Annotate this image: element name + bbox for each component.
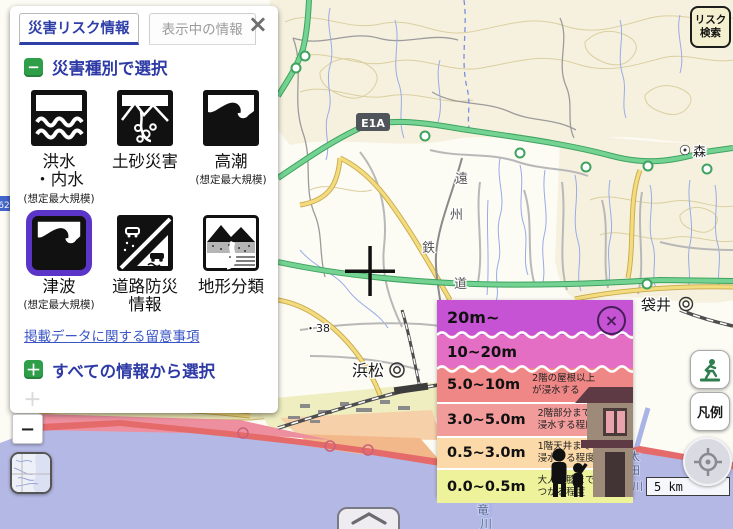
legend-row: 0.0~0.5m 大人の膝までつかる程度 (437, 468, 633, 503)
disaster-option-tsunami[interactable]: 津波 (想定最大規模) (16, 208, 102, 316)
evacuation-person-icon (697, 357, 723, 383)
tsunami-selected-frame (26, 210, 92, 276)
legend-close-button[interactable]: × (597, 306, 626, 335)
svg-text:森: 森 (693, 145, 706, 160)
risk-search-label-1: リスク (695, 14, 727, 27)
zoom-out-label: − (20, 419, 35, 440)
zoom-out-button[interactable]: − (12, 414, 43, 444)
current-location-button[interactable] (683, 437, 732, 486)
svg-text:浜松: 浜松 (352, 361, 384, 380)
panel-tabbar: 災害リスク情報 表示中の情報 × (10, 6, 278, 43)
svg-text:川: 川 (632, 480, 643, 493)
terrain-classification-icon (203, 215, 259, 271)
disaster-option-flood[interactable]: 洪水・内水 (想定最大規模) (16, 83, 102, 206)
disaster-icon-row-1: 洪水・内水 (想定最大規模) 土砂災害 (16, 83, 278, 206)
scale-label: 5 km (654, 480, 683, 494)
overview-map-button[interactable] (10, 452, 52, 494)
landslide-icon (117, 90, 173, 146)
disaster-risk-panel: 災害リスク情報 表示中の情報 × − 災害種別で選択 洪水・内水 ( (10, 6, 278, 413)
disaster-option-terrain[interactable]: 地形分類 (188, 208, 274, 316)
legend-depth: 3.0~5.0m (447, 412, 526, 428)
flood-icon (31, 90, 87, 146)
disaster-option-road-info[interactable]: 道路防災情報 (102, 208, 188, 316)
panel-close-icon[interactable]: × (248, 12, 268, 36)
svg-text:川: 川 (480, 517, 492, 529)
tab-displayed-info[interactable]: 表示中の情報 (149, 13, 256, 45)
legend-row: 5.0~10m 2階の屋根以上が浸水する (437, 368, 633, 402)
collapse-panel-chevron-button[interactable] (337, 507, 400, 529)
overview-map-thumbnail (12, 454, 50, 492)
legend-row: 20m~ × (437, 300, 633, 335)
terrain-tint (270, 0, 733, 145)
tsunami-depth-legend: 20m~ × 10~20m 5.0~10m 2階の屋根以上が浸水する 3.0~5… (437, 300, 633, 497)
legend-desc: 大人の膝までつかる程度 (538, 475, 595, 499)
legend-button-label: 凡例 (697, 402, 723, 421)
hazard-map-app: E1A 62 森 袋井 浜松 ・38 (0, 0, 733, 529)
legend-depth: 0.0~0.5m (447, 479, 526, 495)
legend-row: 0.5~3.0m 1階天井まで浸水する程度 (437, 436, 633, 468)
risk-search-button[interactable]: リスク 検索 (690, 6, 731, 48)
spot-elevation: ・38 (305, 322, 330, 335)
legend-row: 3.0~5.0m 2階部分まで浸水する程度 (437, 402, 633, 436)
legend-desc: 2階の屋根以上が浸水する (532, 373, 595, 397)
gps-target-icon (693, 447, 723, 477)
road-disaster-icon (117, 215, 173, 271)
tsunami-icon (32, 216, 86, 270)
svg-text:62: 62 (0, 201, 10, 211)
risk-search-label-2: 検索 (700, 27, 721, 40)
svg-text:袋井: 袋井 (641, 296, 671, 314)
svg-text:鉄: 鉄 (422, 241, 435, 256)
tab-disaster-risk-info[interactable]: 災害リスク情報 (19, 13, 139, 45)
svg-text:遠: 遠 (455, 172, 468, 187)
expand-plus-icon[interactable]: ＋ (24, 360, 43, 379)
disaster-option-landslide[interactable]: 土砂災害 (102, 83, 188, 206)
svg-text:州: 州 (450, 208, 463, 223)
legend-depth: 10~20m (447, 343, 517, 361)
expressway-shield-e1a: E1A (356, 113, 390, 131)
legend-desc: 1階天井まで浸水する程度 (538, 441, 595, 465)
legend-row: 10~20m (437, 335, 633, 368)
data-notes-link[interactable]: 掲載データに関する留意事項 (24, 325, 200, 345)
disaster-option-storm-surge[interactable]: 高潮 (想定最大規模) (188, 83, 274, 206)
legend-depth: 0.5~3.0m (447, 445, 526, 461)
svg-text:E1A: E1A (361, 117, 385, 130)
legend-depth: 5.0~10m (447, 377, 520, 393)
chevron-up-icon (349, 509, 389, 527)
storm-surge-icon (203, 90, 259, 146)
section-title-disaster-type: 災害種別で選択 (52, 55, 168, 79)
legend-toggle-button[interactable]: 凡例 (690, 392, 730, 431)
svg-text:道: 道 (454, 277, 467, 292)
disaster-icon-row-2: 津波 (想定最大規模) (16, 208, 278, 316)
legend-depth: 20m~ (447, 308, 499, 327)
collapse-minus-icon[interactable]: − (24, 58, 43, 77)
legend-desc: 2階部分まで浸水する程度 (538, 408, 595, 432)
svg-text:竜: 竜 (477, 503, 489, 517)
section-title-all-info: すべての情報から選択 (52, 358, 215, 382)
evacuation-site-button[interactable] (690, 350, 730, 389)
